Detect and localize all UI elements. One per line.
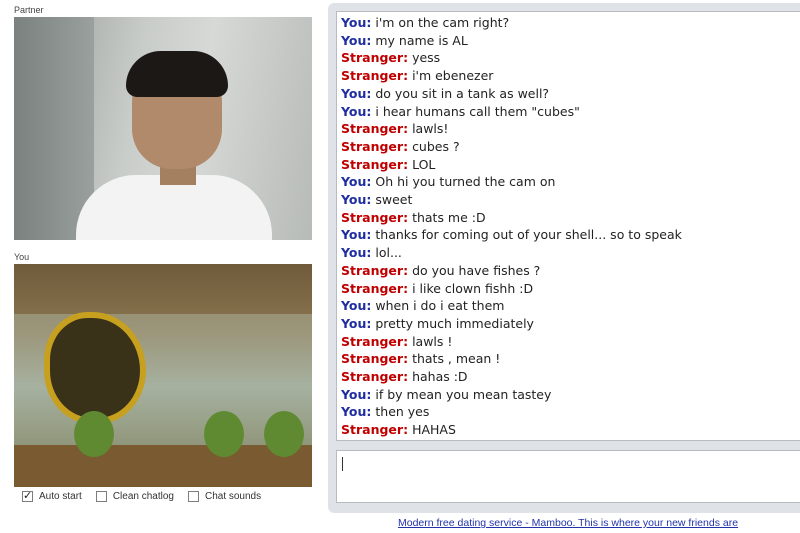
clean-chatlog-checkbox[interactable] — [95, 491, 107, 502]
auto-start-option[interactable]: Auto start — [22, 489, 82, 502]
partner-hair — [126, 51, 228, 97]
tank-plant — [264, 411, 304, 457]
message-text: if by mean you mean tastey — [375, 386, 552, 402]
message-text: thats , mean ! — [412, 351, 501, 367]
message-text: thanks for coming out of your shell... s… — [375, 227, 682, 243]
chat-message: Stranger: hahas :D — [341, 368, 800, 386]
message-text: then yes — [375, 404, 430, 420]
tank-plant — [74, 411, 114, 457]
chat-message: Stranger: thats , mean ! — [341, 350, 800, 368]
message-text: i hear humans call them "cubes" — [375, 103, 580, 119]
message-text: i'm on the cam right? — [375, 15, 510, 30]
chat-log[interactable]: You: i'm on the cam right? You: my name i… — [336, 11, 800, 441]
chat-message: You: i'm on the cam right? — [341, 14, 800, 32]
chat-message: Stranger: i'm ebenezer — [341, 67, 800, 85]
chat-message: Stranger: LOL — [341, 156, 800, 174]
speaker-you: You: — [341, 404, 372, 420]
chat-message: Stranger: lawls! — [341, 120, 800, 138]
speaker-stranger: Stranger: — [341, 50, 409, 66]
chat-message: You: lol... — [341, 244, 800, 262]
chat-message: Stranger: HAHAS — [341, 421, 800, 439]
chat-options: Auto start Clean chatlog Chat sounds — [22, 489, 262, 502]
message-text: lol... — [375, 245, 402, 261]
chat-message: You: my name is AL — [341, 32, 800, 50]
speaker-you: You: — [341, 386, 372, 402]
chat-message: You: pretty much immediately — [341, 315, 800, 333]
message-text: thats me :D — [412, 209, 486, 225]
clean-chatlog-option[interactable]: Clean chatlog — [95, 491, 174, 502]
speaker-you: You: — [341, 174, 372, 190]
speaker-stranger: Stranger: — [341, 68, 409, 84]
speaker-you: You: — [341, 15, 372, 30]
chat-message: You: do you sit in a tank as well? — [341, 85, 800, 103]
tank-gravel — [14, 445, 312, 487]
speaker-stranger: Stranger: — [341, 422, 409, 438]
turtle — [44, 312, 146, 424]
tank-plant — [204, 411, 244, 457]
chat-message: You: when i do i eat them — [341, 297, 800, 315]
message-text: Oh hi you turned the cam on — [375, 174, 556, 190]
speaker-stranger: Stranger: — [341, 262, 409, 278]
message-input[interactable] — [336, 450, 800, 503]
speaker-stranger: Stranger: — [341, 209, 409, 225]
chat-message: You: Oh hi you turned the cam on — [341, 173, 800, 191]
message-text: LOL — [412, 156, 436, 172]
chat-sounds-label: Chat sounds — [204, 491, 262, 502]
message-text: my name is AL — [375, 32, 468, 48]
message-text: lawls! — [412, 121, 449, 137]
self-video — [14, 264, 312, 487]
message-text: do you sit in a tank as well? — [375, 85, 550, 101]
speaker-stranger: Stranger: — [341, 333, 409, 349]
speaker-you: You: — [341, 85, 372, 101]
message-text: do you have fishes ? — [412, 262, 541, 278]
chat-message: Stranger: cubes ? — [341, 138, 800, 156]
chat-message: You: i hear humans call them "cubes" — [341, 103, 800, 121]
chat-message: You: sweet — [341, 191, 800, 209]
chat-message: You: thanks for coming out of your shell… — [341, 226, 800, 244]
speaker-you: You: — [341, 298, 372, 314]
message-text: when i do i eat them — [375, 298, 505, 314]
speaker-you: You: — [341, 227, 372, 243]
speaker-you: You: — [341, 245, 372, 261]
chat-message: Stranger: thats me :D — [341, 209, 800, 227]
auto-start-label: Auto start — [39, 491, 82, 502]
chat-message: Stranger: do you have fishes ? — [341, 262, 800, 280]
message-text: i like clown fishh :D — [412, 280, 534, 296]
text-caret — [342, 457, 343, 471]
speaker-you: You: — [341, 315, 372, 331]
ad-link[interactable]: Modern free dating service - Mamboo. Thi… — [398, 517, 738, 529]
chat-message: Stranger: yess — [341, 49, 800, 67]
speaker-stranger: Stranger: — [341, 156, 409, 172]
partner-video — [14, 17, 312, 240]
clean-chatlog-label: Clean chatlog — [112, 491, 174, 502]
self-video-label: You — [14, 252, 30, 262]
speaker-you: You: — [341, 103, 372, 119]
chat-message: Stranger: i like clown fishh :D — [341, 280, 800, 298]
chat-message: You: then yes — [341, 403, 800, 421]
partner-video-label: Partner — [14, 5, 44, 15]
message-text: HAHAS — [412, 422, 456, 438]
speaker-stranger: Stranger: — [341, 351, 409, 367]
speaker-stranger: Stranger: — [341, 369, 409, 385]
chat-sounds-checkbox[interactable] — [187, 491, 199, 502]
message-text: cubes ? — [412, 138, 460, 154]
message-text: lawls ! — [412, 333, 453, 349]
chat-message: Stranger: lawls ! — [341, 333, 800, 351]
chat-sounds-option[interactable]: Chat sounds — [187, 491, 262, 502]
speaker-stranger: Stranger: — [341, 280, 409, 296]
message-text: yess — [412, 50, 441, 66]
message-text: sweet — [375, 192, 413, 208]
message-text: hahas :D — [412, 369, 468, 385]
chat-message: You: if by mean you mean tastey — [341, 386, 800, 404]
speaker-you: You: — [341, 32, 372, 48]
message-text: pretty much immediately — [375, 315, 534, 331]
speaker-stranger: Stranger: — [341, 138, 409, 154]
message-text: i'm ebenezer — [412, 68, 494, 84]
speaker-you: You: — [341, 192, 372, 208]
speaker-stranger: Stranger: — [341, 121, 409, 137]
auto-start-checkbox[interactable] — [22, 489, 33, 502]
